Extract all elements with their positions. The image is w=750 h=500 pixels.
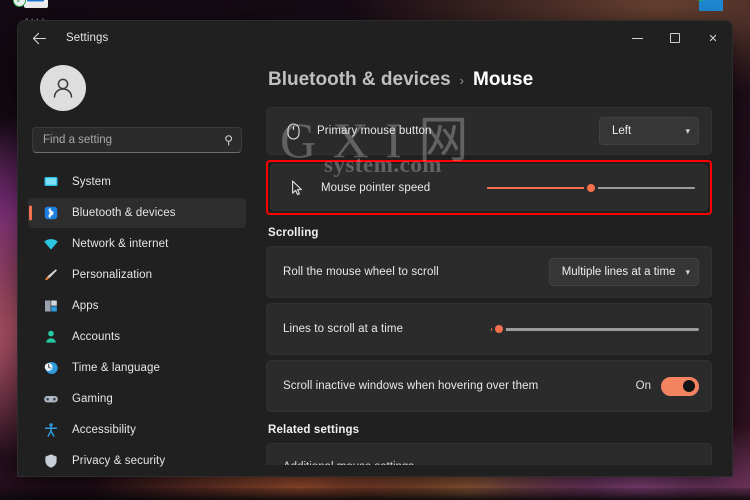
wheel-scroll-dropdown[interactable]: Multiple lines at a time ▾ [548, 258, 699, 286]
toggle-knob [683, 380, 695, 392]
slider-fill [487, 186, 591, 189]
wifi-icon [42, 236, 59, 253]
breadcrumb-separator: › [459, 72, 464, 88]
sidebar-item-system[interactable]: System [28, 167, 246, 197]
accounts-person-icon [42, 329, 59, 346]
chevron-down-icon: ▾ [685, 266, 690, 277]
sidebar-item-label: Privacy & security [72, 455, 166, 467]
apps-icon [42, 298, 59, 315]
row-label: Additional mouse settings [283, 461, 414, 465]
scroll-inactive-windows-row: Scroll inactive windows when hovering ov… [266, 360, 712, 412]
row-control: On [635, 376, 699, 396]
primary-mouse-button-dropdown[interactable]: Left ▾ [599, 117, 699, 145]
row-control [491, 319, 699, 339]
toggle-state-label: On [635, 380, 651, 392]
scrolling-section-heading: Scrolling [268, 227, 319, 239]
row-control: Left ▾ [599, 117, 699, 145]
window-body: ⚲ System [18, 55, 732, 476]
related-settings-heading: Related settings [268, 424, 360, 436]
row-label: Primary mouse button [317, 125, 432, 137]
sidebar-item-gaming[interactable]: Gaming [28, 384, 246, 414]
close-icon: ✕ [708, 32, 718, 45]
settings-window: Settings ✕ Find a setting ⚲ System Bluet… [18, 21, 732, 476]
account-block [28, 55, 246, 119]
accessibility-icon [42, 422, 59, 439]
user-avatar-icon [53, 78, 73, 98]
wheel-scroll-row: Roll the mouse wheel to scroll Multiple … [266, 246, 712, 298]
maximize-icon [670, 33, 680, 43]
gamepad-icon [42, 391, 59, 408]
sidebar-item-time-language[interactable]: Time & language [28, 353, 246, 383]
row-label: Mouse pointer speed [321, 181, 431, 194]
breadcrumb-parent-link[interactable]: Bluetooth & devices [268, 69, 451, 91]
slider-thumb[interactable] [492, 322, 507, 336]
sidebar-item-bluetooth-devices[interactable]: Bluetooth & devices [28, 198, 246, 228]
sidebar: ⚲ System [18, 55, 256, 476]
dropdown-value: Left [612, 125, 632, 137]
primary-mouse-button-row: Primary mouse button Left ▾ [266, 107, 712, 155]
slider-thumb[interactable] [584, 180, 598, 195]
sidebar-nav-list: System Bluetooth & devices Network & int… [28, 167, 246, 476]
sidebar-item-network-internet[interactable]: Network & internet [28, 229, 246, 259]
window-title: Settings [66, 32, 109, 44]
pointer-speed-highlight-box: Mouse pointer speed [266, 160, 712, 215]
slider-track [491, 328, 699, 331]
shield-icon [42, 453, 59, 470]
mouse-pointer-speed-row: Mouse pointer speed [270, 164, 708, 211]
cursor-arrow-icon [287, 179, 307, 196]
scroll-inactive-windows-toggle[interactable] [661, 376, 699, 396]
row-label: Roll the mouse wheel to scroll [283, 266, 439, 278]
dropdown-value: Multiple lines at a time [561, 266, 676, 278]
sidebar-item-label: Apps [72, 300, 99, 312]
folder-icon: ✓ [13, 0, 52, 18]
search-box[interactable]: ⚲ [32, 127, 242, 153]
minimize-icon [631, 37, 643, 39]
minimize-button[interactable] [618, 21, 656, 55]
clock-globe-icon [42, 360, 59, 377]
sidebar-item-label: System [72, 176, 111, 188]
sidebar-item-apps[interactable]: Apps [28, 291, 246, 321]
page-title: Mouse [473, 69, 534, 90]
row-control [487, 178, 695, 198]
sidebar-item-label: Network & internet [72, 238, 169, 250]
row-control: Multiple lines at a time ▾ [548, 258, 699, 286]
chevron-down-icon: ▾ [685, 125, 690, 136]
lines-to-scroll-row: Lines to scroll at a time [266, 303, 712, 355]
title-bar: Settings ✕ [18, 21, 732, 55]
back-button[interactable] [24, 23, 54, 53]
mouse-pointer-speed-slider[interactable] [487, 178, 695, 198]
selection-indicator [29, 205, 32, 221]
mouse-icon [283, 122, 303, 140]
sidebar-item-privacy-security[interactable]: Privacy & security [28, 446, 246, 476]
search-input[interactable] [43, 134, 225, 146]
sidebar-item-accounts[interactable]: Accounts [28, 322, 246, 352]
sidebar-item-label: Time & language [72, 362, 161, 374]
avatar[interactable] [40, 65, 86, 111]
desktop-icon-browser-shortcut[interactable]: ✓ .... [692, 0, 726, 23]
desktop-background: ✓ 3 1 1 1 ✓ .... Settings [0, 0, 750, 500]
window-controls: ✕ [618, 21, 732, 55]
related-settings-first-row[interactable]: Additional mouse settings [266, 443, 712, 465]
close-button[interactable]: ✕ [694, 21, 732, 55]
sidebar-item-label: Personalization [72, 269, 153, 281]
sidebar-item-label: Accounts [72, 331, 121, 343]
system-display-icon [42, 174, 59, 191]
bluetooth-icon [42, 205, 59, 222]
row-label: Scroll inactive windows when hovering ov… [283, 380, 539, 392]
sidebar-item-accessibility[interactable]: Accessibility [28, 415, 246, 445]
sidebar-item-label: Bluetooth & devices [72, 207, 176, 219]
breadcrumb: Bluetooth & devices › Mouse [266, 69, 712, 91]
lines-to-scroll-slider[interactable] [491, 319, 699, 339]
sidebar-item-personalization[interactable]: Personalization [28, 260, 246, 290]
sidebar-item-label: Accessibility [72, 424, 136, 436]
sidebar-item-label: Gaming [72, 393, 113, 405]
row-label: Lines to scroll at a time [283, 323, 404, 335]
content-pane: Bluetooth & devices › Mouse Primary mous… [256, 55, 732, 476]
browser-icon: ✓ [692, 0, 726, 16]
maximize-button[interactable] [656, 21, 694, 55]
paintbrush-icon [42, 267, 59, 284]
search-icon[interactable]: ⚲ [224, 134, 233, 146]
back-arrow-icon [32, 32, 46, 44]
